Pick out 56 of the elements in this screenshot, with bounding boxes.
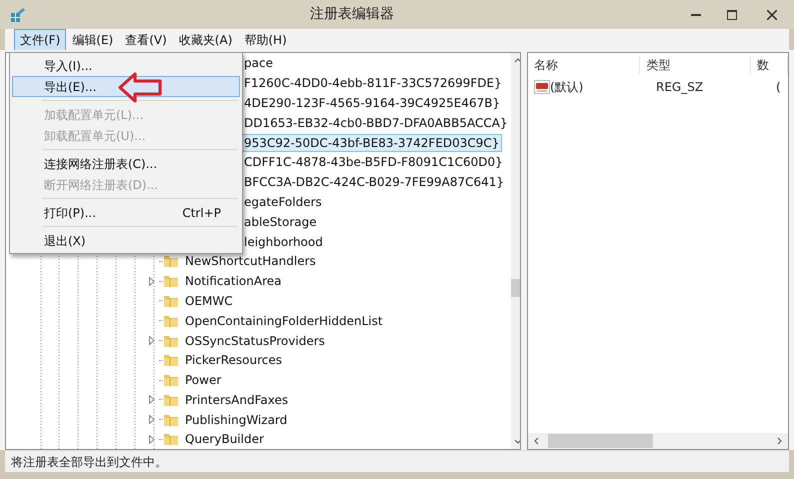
expand-arrow-icon[interactable] [149, 395, 155, 404]
close-icon [767, 10, 777, 20]
expand-arrow-icon[interactable] [149, 434, 155, 444]
tree-item[interactable]: ableStorage [241, 212, 320, 231]
column-header[interactable]: 数 [750, 56, 788, 74]
tree-item[interactable]: BFCC3A-DB2C-424C-B029-7FE99A87C641} [241, 173, 508, 192]
tree-item[interactable]: NewShortcutHandlers [182, 252, 319, 270]
window-title: 注册表编辑器 [309, 5, 395, 24]
tree-item[interactable]: PublishingWizard [182, 410, 290, 429]
tree-item[interactable]: NotificationArea [182, 272, 284, 290]
expand-arrow-icon[interactable] [149, 336, 155, 345]
tree-item[interactable]: pace [241, 54, 276, 72]
folder-icon [163, 273, 179, 290]
tree-item[interactable]: PickerResources [182, 351, 286, 370]
menu-bar-item[interactable]: 帮助(H) [238, 28, 293, 51]
tree-item[interactable]: DD1653-EB32-4cb0-BBD7-DFA0ABB5ACCA} [241, 114, 511, 132]
tree-item[interactable]: Power [182, 371, 224, 390]
string-value-icon [534, 80, 550, 94]
tree-item[interactable]: QueryBuilder [182, 430, 267, 448]
menu-item[interactable]: 导出(E)... [12, 76, 240, 97]
menu-item[interactable]: 连接网络注册表(C)... [12, 153, 240, 174]
menu-item[interactable]: 导入(I)... [12, 55, 240, 76]
minimize-icon [691, 14, 701, 16]
horizontal-scrollbar[interactable] [528, 433, 788, 450]
tree-item[interactable]: OEMWC [182, 292, 236, 310]
tree-item[interactable]: F1260C-4DD0-4ebb-811F-33C572699FDE} [241, 74, 505, 92]
tree-item[interactable]: egateFolders [241, 192, 325, 211]
folder-icon [163, 431, 179, 448]
folder-icon [163, 372, 179, 388]
column-header[interactable]: 类型 [640, 56, 751, 74]
expand-arrow-icon[interactable] [149, 415, 155, 424]
menu-bar-item[interactable]: 编辑(E) [66, 28, 120, 51]
scrollbar-thumb[interactable] [548, 434, 653, 448]
column-header[interactable]: 名称 [528, 56, 640, 74]
menu-bar-item[interactable]: 文件(F) [14, 28, 66, 51]
menu-item[interactable]: 退出(X) [12, 230, 240, 251]
registry-app-icon [10, 6, 26, 23]
tree-item[interactable]: OSSyncStatusProviders [182, 332, 328, 350]
value-type: REG_SZ [655, 79, 704, 96]
left-arrow-icon [118, 72, 163, 103]
folder-icon [163, 352, 179, 368]
tree-item[interactable]: PrintersAndFaxes [182, 390, 292, 409]
tree-item[interactable]: CDFF1C-4878-43be-B5FD-F8091C1C60D0} [241, 153, 506, 172]
value-data: ( [775, 79, 781, 96]
maximize-icon [727, 10, 737, 20]
value-name[interactable]: (默认) [550, 78, 584, 96]
tree-item[interactable]: leighborhood [241, 232, 326, 251]
tree-item[interactable]: 4DE290-123F-4565-9164-39C4925E467B} [241, 94, 504, 112]
menu-bar-item[interactable]: 收藏夹(A) [172, 28, 238, 51]
status-text: 将注册表全部导出到文件中。 [11, 454, 167, 471]
expand-arrow-icon[interactable] [149, 276, 155, 286]
tree-item[interactable]: 953C92-50DC-43bf-BE83-3742FED03C9C} [241, 134, 502, 152]
tree-item[interactable]: OpenContainingFolderHiddenList [182, 312, 386, 330]
menu-item[interactable]: 打印(P)... Ctrl+P [12, 202, 240, 223]
menu-bar-item[interactable]: 查看(V) [119, 28, 173, 51]
folder-icon [163, 253, 179, 270]
